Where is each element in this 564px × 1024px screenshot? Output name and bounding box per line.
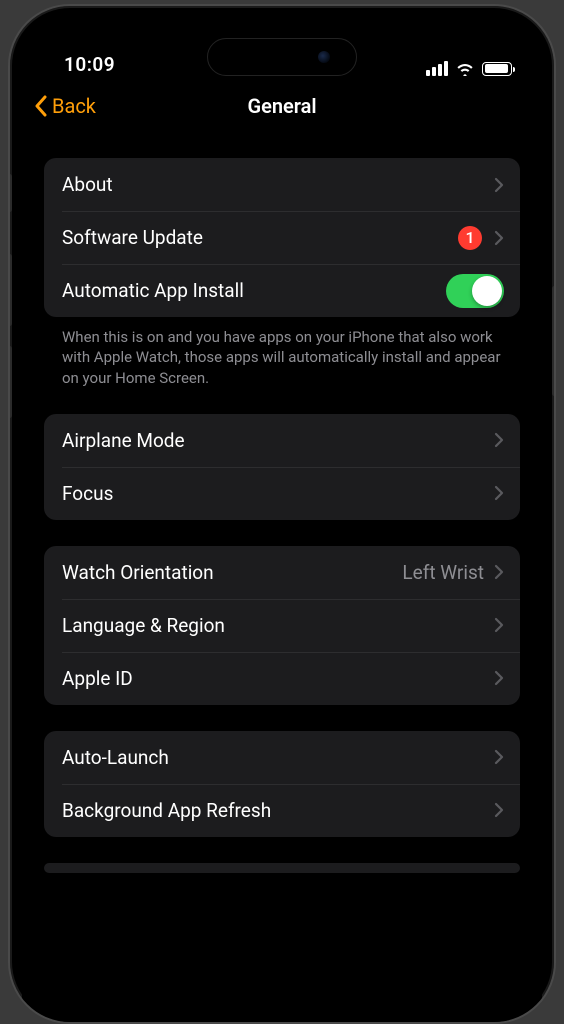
screen: 10:09 Back General: [22, 18, 542, 1022]
chevron-right-icon: [494, 802, 504, 818]
chevron-right-icon: [494, 432, 504, 448]
about-row[interactable]: About: [44, 158, 520, 211]
automatic-app-install-row[interactable]: Automatic App Install: [44, 264, 520, 317]
language-region-row[interactable]: Language & Region: [44, 599, 520, 652]
auto-launch-row[interactable]: Auto-Launch: [44, 731, 520, 784]
mute-switch: [8, 174, 12, 212]
chevron-left-icon: [34, 95, 48, 117]
chevron-right-icon: [494, 617, 504, 633]
chevron-right-icon: [494, 670, 504, 686]
toggle-knob: [472, 276, 502, 306]
chevron-right-icon: [494, 485, 504, 501]
chevron-right-icon: [494, 749, 504, 765]
row-label: Watch Orientation: [62, 561, 402, 584]
software-update-row[interactable]: Software Update 1: [44, 211, 520, 264]
watch-orientation-row[interactable]: Watch Orientation Left Wrist: [44, 546, 520, 599]
navigation-bar: Back General: [22, 78, 542, 134]
settings-group-4: Auto-Launch Background App Refresh: [44, 731, 520, 837]
page-title: General: [247, 94, 316, 118]
row-label: Background App Refresh: [62, 799, 494, 822]
wifi-icon: [455, 61, 475, 76]
status-indicators: [426, 61, 512, 76]
volume-up-button: [8, 254, 12, 326]
status-time: 10:09: [64, 53, 115, 76]
row-value: Left Wrist: [402, 561, 484, 584]
back-button[interactable]: Back: [34, 94, 96, 118]
settings-group-5: [44, 863, 520, 873]
row-label: Focus: [62, 482, 494, 505]
row-label: About: [62, 173, 494, 196]
power-button: [552, 286, 556, 396]
chevron-right-icon: [494, 177, 504, 193]
automatic-app-install-toggle[interactable]: [446, 274, 504, 308]
front-camera: [318, 51, 330, 63]
background-app-refresh-row[interactable]: Background App Refresh: [44, 784, 520, 837]
focus-row[interactable]: Focus: [44, 467, 520, 520]
battery-icon: [482, 62, 512, 76]
chevron-right-icon: [494, 564, 504, 580]
airplane-mode-row[interactable]: Airplane Mode: [44, 414, 520, 467]
row-label: Automatic App Install: [62, 279, 446, 302]
volume-down-button: [8, 346, 12, 418]
settings-group-2: Airplane Mode Focus: [44, 414, 520, 520]
settings-group-1: About Software Update 1 Automatic App In…: [44, 158, 520, 317]
settings-group-3: Watch Orientation Left Wrist Language & …: [44, 546, 520, 705]
device-frame: 10:09 Back General: [8, 4, 556, 1024]
cellular-signal-icon: [426, 61, 448, 76]
row-label: Airplane Mode: [62, 429, 494, 452]
row-label: Apple ID: [62, 667, 494, 690]
row-label: Auto-Launch: [62, 746, 494, 769]
chevron-right-icon: [494, 230, 504, 246]
back-label: Back: [52, 94, 96, 118]
notification-badge: 1: [458, 226, 482, 250]
dynamic-island: [207, 38, 357, 76]
group-footer-text: When this is on and you have apps on you…: [44, 317, 520, 388]
row-label: Language & Region: [62, 614, 494, 637]
content: About Software Update 1 Automatic App In…: [22, 134, 542, 873]
apple-id-row[interactable]: Apple ID: [44, 652, 520, 705]
row-label: Software Update: [62, 226, 458, 249]
